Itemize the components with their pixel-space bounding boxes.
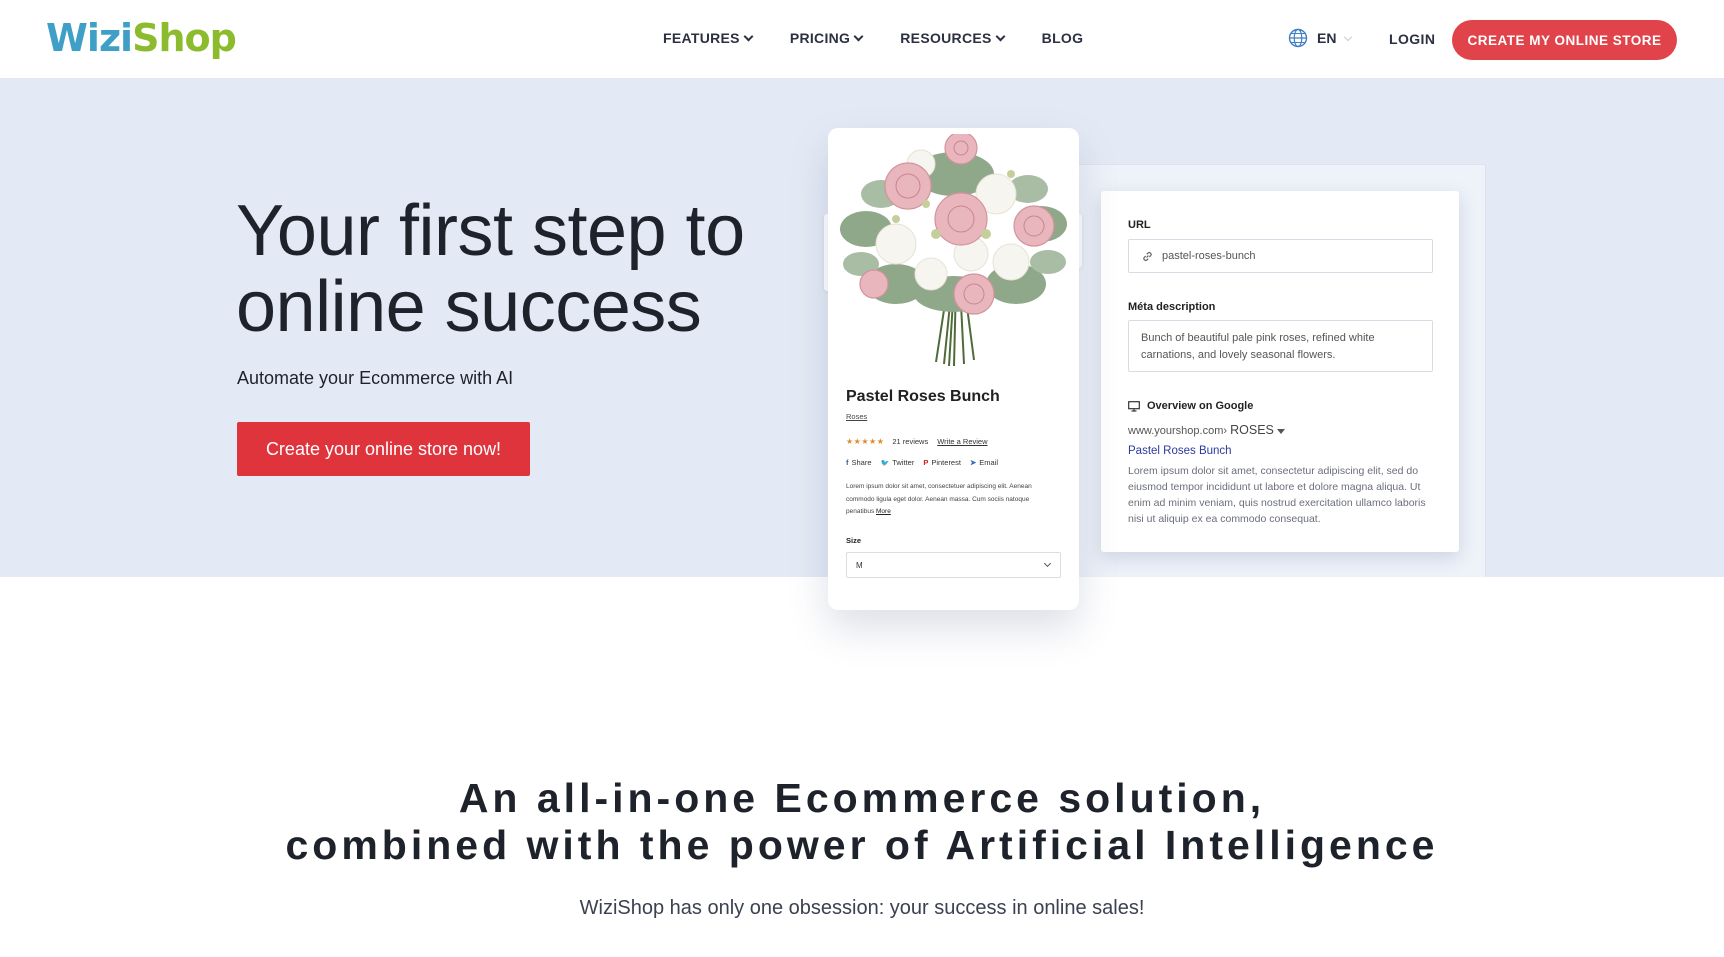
- url-field[interactable]: pastel-roses-bunch: [1128, 239, 1433, 273]
- size-select[interactable]: M: [846, 552, 1061, 578]
- email-icon: ➤: [969, 458, 977, 467]
- google-breadcrumb-section: ROSES: [1230, 423, 1274, 437]
- google-breadcrumb: www.yourshop.com› ROSES: [1128, 423, 1285, 437]
- google-overview-label: Overview on Google: [1128, 400, 1253, 412]
- product-description: Lorem ipsum dolor sit amet, consectetuer…: [846, 481, 1058, 519]
- product-description-text: Lorem ipsum dolor sit amet, consectetuer…: [846, 483, 1032, 515]
- share-email-label: Email: [979, 458, 999, 467]
- product-card: Pastel Roses Bunch Roses ★★★★★ 21 review…: [828, 128, 1079, 610]
- google-result-title: Pastel Roses Bunch: [1128, 445, 1232, 457]
- share-facebook-label: Share: [851, 458, 872, 467]
- nav-resources-label: RESOURCES: [900, 30, 992, 46]
- url-value: pastel-roses-bunch: [1162, 250, 1256, 262]
- product-category-link[interactable]: Roses: [846, 412, 867, 421]
- main-nav: FEATURES PRICING RESOURCES BLOG: [663, 30, 1121, 46]
- chevron-down-icon: [853, 31, 864, 41]
- facebook-icon: f: [846, 458, 849, 467]
- create-store-button[interactable]: CREATE MY ONLINE STORE: [1452, 20, 1677, 60]
- url-label: URL: [1128, 219, 1151, 231]
- google-result-description: Lorem ipsum dolor sit amet, consectetur …: [1128, 465, 1426, 525]
- chevron-down-icon: [743, 31, 754, 41]
- size-label: Size: [846, 536, 862, 545]
- google-breadcrumb-site: www.yourshop.com›: [1128, 425, 1228, 437]
- bouquet-image: [840, 134, 1067, 367]
- share-links: f Share 🐦 Twitter P Pinterest ➤ Email: [846, 458, 998, 467]
- logo-text-wizi: Wizi: [46, 16, 133, 60]
- hero-title-line2: online success: [236, 267, 702, 347]
- product-title: Pastel Roses Bunch: [846, 388, 1000, 405]
- nav-features[interactable]: FEATURES: [663, 30, 754, 46]
- section-title-line1: An all-in-one Ecommerce solution,: [458, 775, 1266, 821]
- chevron-down-icon: [1344, 32, 1353, 41]
- meta-description-label: Méta description: [1128, 301, 1216, 313]
- language-code: EN: [1317, 30, 1337, 46]
- wizishop-logo[interactable]: WiziShop: [46, 14, 237, 62]
- nav-pricing-label: PRICING: [789, 30, 851, 46]
- site-header: WiziShop FEATURES PRICING RESOURCES BLOG…: [0, 0, 1724, 79]
- share-pinterest-label: Pinterest: [931, 458, 961, 467]
- meta-description-field[interactable]: Bunch of beautiful pale pink roses, refi…: [1128, 320, 1433, 372]
- star-rating-icon: ★★★★★: [846, 437, 885, 446]
- chevron-down-icon: [995, 31, 1006, 41]
- logo-text-shop: Shop: [132, 16, 237, 60]
- more-link[interactable]: More: [876, 508, 891, 515]
- section-title-line2: combined with the power of Artificial In…: [285, 822, 1439, 868]
- share-twitter[interactable]: 🐦 Twitter: [881, 458, 915, 467]
- size-value: M: [856, 560, 863, 570]
- chevron-down-icon: [1043, 559, 1052, 568]
- caret-down-icon: [1276, 428, 1285, 434]
- language-selector[interactable]: EN: [1288, 28, 1353, 48]
- section-title: An all-in-one Ecommerce solution, combin…: [0, 775, 1724, 869]
- login-link[interactable]: LOGIN: [1389, 31, 1435, 47]
- google-overview-text: Overview on Google: [1147, 400, 1254, 412]
- section-subtitle: WiziShop has only one obsession: your su…: [579, 897, 1145, 919]
- review-count: 21 reviews: [892, 437, 929, 446]
- write-review-link[interactable]: Write a Review: [937, 437, 987, 446]
- share-email[interactable]: ➤ Email: [970, 458, 998, 467]
- share-pinterest[interactable]: P Pinterest: [923, 458, 961, 467]
- hero-cta-button[interactable]: Create your online store now!: [237, 422, 530, 476]
- pinterest-icon: P: [923, 458, 929, 467]
- hero-subtitle: Automate your Ecommerce with AI: [237, 368, 514, 388]
- twitter-icon: 🐦: [880, 459, 890, 467]
- seo-card: URL pastel-roses-bunch Méta description …: [1101, 191, 1459, 552]
- hero-title: Your first step to online success: [236, 193, 836, 345]
- share-twitter-label: Twitter: [892, 458, 915, 467]
- nav-blog[interactable]: BLOG: [1042, 30, 1084, 46]
- nav-resources[interactable]: RESOURCES: [900, 30, 1006, 46]
- monitor-icon: [1128, 400, 1140, 412]
- nav-blog-label: BLOG: [1041, 30, 1084, 46]
- link-icon: [1143, 251, 1152, 261]
- nav-features-label: FEATURES: [663, 30, 740, 46]
- hero-title-line1: Your first step to: [236, 191, 745, 271]
- nav-pricing[interactable]: PRICING: [789, 30, 864, 46]
- share-facebook[interactable]: f Share: [846, 458, 872, 467]
- globe-icon: [1288, 28, 1308, 48]
- product-rating: ★★★★★ 21 reviews Write a Review: [846, 437, 988, 446]
